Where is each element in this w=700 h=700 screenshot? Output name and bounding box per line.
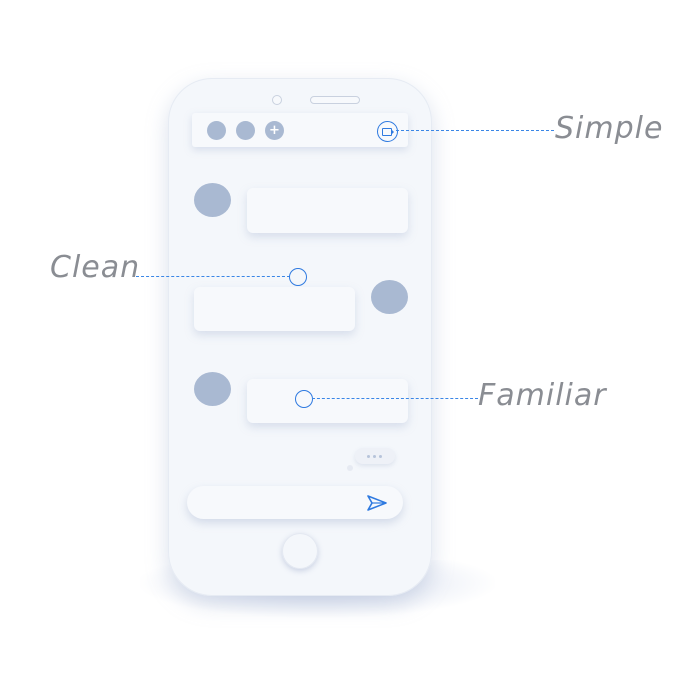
- plus-icon: +: [269, 123, 280, 138]
- add-contact-button[interactable]: +: [265, 121, 284, 140]
- front-camera: [272, 95, 282, 105]
- earpiece-speaker: [310, 96, 360, 104]
- message-bubble-incoming-2: [247, 379, 408, 423]
- message-avatar-right: [371, 280, 408, 314]
- typing-indicator: [355, 448, 395, 464]
- contact-avatar-2[interactable]: [236, 121, 255, 140]
- clean-label: Clean: [50, 250, 141, 285]
- message-bubble-outgoing: [194, 287, 355, 331]
- typing-indicator-tail: [347, 465, 353, 471]
- clean-callout-ring: [289, 268, 307, 286]
- familiar-label: Familiar: [478, 378, 607, 413]
- message-bubble-incoming-1: [247, 188, 408, 233]
- clean-callout-line: [136, 276, 290, 277]
- contact-avatar-1[interactable]: [207, 121, 226, 140]
- familiar-callout-line: [312, 398, 478, 399]
- video-call-icon[interactable]: [377, 121, 398, 142]
- message-avatar-left-1: [194, 183, 231, 217]
- simple-label: Simple: [555, 111, 664, 146]
- familiar-callout-ring: [295, 390, 313, 408]
- send-icon[interactable]: [366, 494, 388, 512]
- message-avatar-left-2: [194, 372, 231, 406]
- simple-callout-line: [396, 130, 554, 131]
- home-button[interactable]: [282, 533, 318, 569]
